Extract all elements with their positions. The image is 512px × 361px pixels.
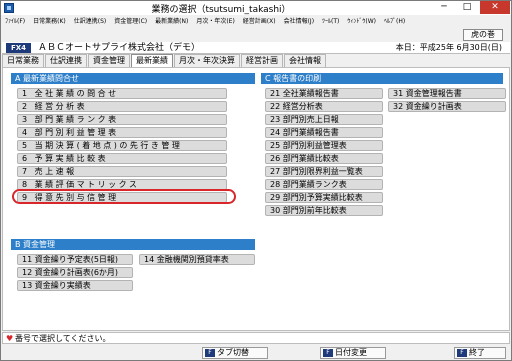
function-key-bar: F タブ切替 F 日付変更 F 終了 xyxy=(2,346,510,360)
tab-latest[interactable]: 最新業績 xyxy=(131,54,173,67)
function-key-badge: F xyxy=(457,349,467,357)
menu-option-23[interactable]: 23 部門別売上日報 xyxy=(265,114,383,125)
menu-option-13[interactable]: 13 資金繰り実績表 xyxy=(17,280,133,291)
exit-label: 終了 xyxy=(469,348,485,357)
company-name: ＡＢＣオートサプライ株式会社（デモ） xyxy=(38,43,201,53)
menu-bar: ﾌｧｲﾙ(F) 日常業務(K) 仕訳連携(S) 資金管理(C) 最新業績(N) … xyxy=(1,15,511,28)
section-c-header: C 報告書の印刷 xyxy=(261,73,503,84)
menu-option-1[interactable]: 1 全社業績の問合せ xyxy=(17,88,227,99)
close-button[interactable]: ✕ xyxy=(480,1,510,14)
menu-option-21[interactable]: 21 全社業績報告書 xyxy=(265,88,383,99)
window-title: 業務の選択（tsutsumi_takashi） xyxy=(151,5,291,15)
menu-file[interactable]: ﾌｧｲﾙ(F) xyxy=(1,15,29,28)
menu-plan[interactable]: 経営計画(X) xyxy=(239,15,280,28)
menu-option-5[interactable]: 5 当期決算(着地点)の先行き管理 xyxy=(17,140,227,151)
menu-window[interactable]: ｳｨﾝﾄﾞｳ(W) xyxy=(343,15,380,28)
tab-plan[interactable]: 経営計画 xyxy=(241,54,283,67)
menu-latest[interactable]: 最新業績(N) xyxy=(151,15,192,28)
menu-option-4[interactable]: 4 部門別利益管理表 xyxy=(17,127,227,138)
tab-daily[interactable]: 日常業務 xyxy=(2,54,44,67)
status-message: 番号で選択してください。 xyxy=(15,334,111,343)
menu-option-6[interactable]: 6 予算実績比較表 xyxy=(17,153,227,164)
menu-option-3[interactable]: 3 部門業績ランク表 xyxy=(17,114,227,125)
tab-switch-label: タブ切替 xyxy=(217,348,249,357)
menu-monthly[interactable]: 月次・年次(E) xyxy=(192,15,238,28)
menu-option-29[interactable]: 29 部門別予算実績比較表 xyxy=(265,192,383,203)
menu-option-14[interactable]: 14 金融機関別預貸率表 xyxy=(139,254,255,265)
menu-option-7[interactable]: 7 売上速報 xyxy=(17,166,227,177)
product-badge: FX4 xyxy=(6,43,31,53)
title-bar: 業務の選択（tsutsumi_takashi） ─ □ ✕ xyxy=(1,1,511,15)
exit-button[interactable]: F 終了 xyxy=(454,347,506,359)
heart-icon: ♥ xyxy=(6,334,14,343)
date-change-label: 日付変更 xyxy=(335,348,367,357)
status-bar: ♥ 番号で選択してください。 xyxy=(2,332,510,344)
main-panel: A 最新業績問合せ C 報告書の印刷 1 全社業績の問合せ 2 経営分析表 3 … xyxy=(2,67,510,331)
tab-monthly[interactable]: 月次・年次決算 xyxy=(174,54,240,67)
menu-option-24[interactable]: 24 部門業績報告書 xyxy=(265,127,383,138)
menu-option-26[interactable]: 26 部門業績比較表 xyxy=(265,153,383,164)
app-window: 業務の選択（tsutsumi_takashi） ─ □ ✕ ﾌｧｲﾙ(F) 日常… xyxy=(0,0,512,361)
menu-option-2[interactable]: 2 経営分析表 xyxy=(17,101,227,112)
menu-option-32[interactable]: 32 資金繰り計画表 xyxy=(388,101,506,112)
menu-company[interactable]: 会社情報(J) xyxy=(280,15,318,28)
tab-company[interactable]: 会社情報 xyxy=(284,54,326,67)
minimize-button[interactable]: ─ xyxy=(433,1,455,14)
menu-option-30[interactable]: 30 部門別前年比較表 xyxy=(265,205,383,216)
date-change-button[interactable]: F 日付変更 xyxy=(320,347,386,359)
menu-funds[interactable]: 資金管理(C) xyxy=(110,15,151,28)
today-date: 本日：平成25年 6月30日(日) xyxy=(395,43,502,52)
section-b-header: B 資金管理 xyxy=(11,239,255,250)
function-key-badge: F xyxy=(205,349,215,357)
tab-switch-button[interactable]: F タブ切替 xyxy=(202,347,268,359)
menu-option-27[interactable]: 27 部門別限界利益一覧表 xyxy=(265,166,383,177)
menu-option-12[interactable]: 12 資金繰り計画表(6か月) xyxy=(17,267,133,278)
menu-option-28[interactable]: 28 部門業績ランク表 xyxy=(265,179,383,190)
tora-no-maki-button[interactable]: 虎の巻 xyxy=(463,29,503,41)
toolbar: 虎の巻 xyxy=(1,28,511,42)
function-key-badge: F xyxy=(323,349,333,357)
tab-funds[interactable]: 資金管理 xyxy=(88,54,130,67)
tab-journal[interactable]: 仕訳連携 xyxy=(45,54,87,67)
menu-option-22[interactable]: 22 経営分析表 xyxy=(265,101,383,112)
menu-option-25[interactable]: 25 部門別利益管理表 xyxy=(265,140,383,151)
company-row: FX4 ＡＢＣオートサプライ株式会社（デモ） 本日：平成25年 6月30日(日) xyxy=(2,42,510,54)
highlight-ring xyxy=(12,189,236,204)
menu-option-11[interactable]: 11 資金繰り予定表(5日報) xyxy=(17,254,133,265)
section-a-header: A 最新業績問合せ xyxy=(11,73,255,84)
maximize-button[interactable]: □ xyxy=(456,1,478,14)
tab-bar: 日常業務 仕訳連携 資金管理 最新業績 月次・年次決算 経営計画 会社情報 xyxy=(2,54,510,67)
menu-journal[interactable]: 仕訳連携(S) xyxy=(70,15,111,28)
menu-help[interactable]: ﾍﾙﾌﾟ(H) xyxy=(380,15,409,28)
menu-option-31[interactable]: 31 資金管理報告書 xyxy=(388,88,506,99)
menu-daily[interactable]: 日常業務(K) xyxy=(29,15,70,28)
menu-tools[interactable]: ﾂｰﾙ(T) xyxy=(318,15,343,28)
